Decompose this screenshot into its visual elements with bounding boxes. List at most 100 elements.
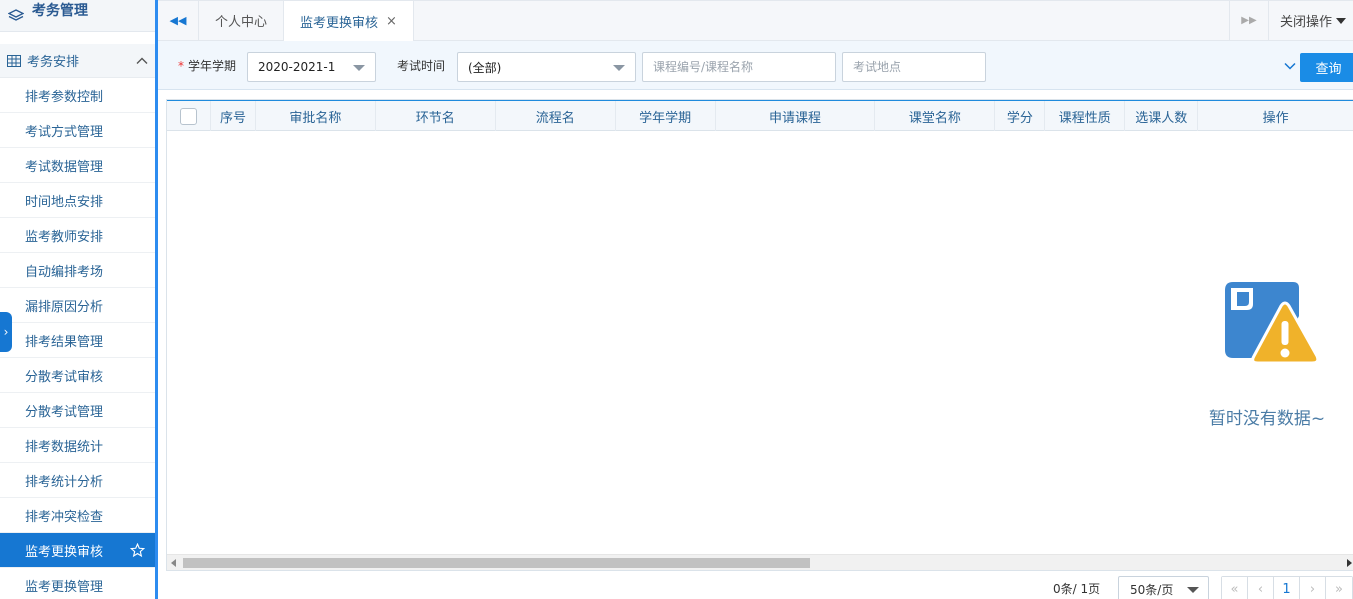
- tab-spacer: [414, 1, 1229, 40]
- scrollbar-thumb[interactable]: [183, 558, 810, 568]
- empty-state: 暂时没有数据~: [1202, 276, 1332, 429]
- sidebar-item[interactable]: 考试方式管理: [0, 113, 155, 148]
- caret-down-icon: [1336, 17, 1347, 24]
- sidebar-item[interactable]: 时间地点安排: [0, 183, 155, 218]
- dropdown-arrow-icon: [1187, 587, 1199, 593]
- exam-time-select-value: (全部): [468, 60, 502, 75]
- exam-time-label: 考试时间: [397, 59, 446, 73]
- data-table: 序号 审批名称 环节名 流程名 学年学期 申请课程 课堂名称 学分 课程性质 选…: [166, 99, 1353, 571]
- sidebar-item-label: 漏排原因分析: [25, 299, 104, 315]
- select-all-checkbox[interactable]: [179, 107, 197, 125]
- horizontal-scrollbar[interactable]: [167, 554, 1353, 570]
- chevron-up-icon[interactable]: [135, 54, 149, 68]
- page-navigation: « ‹ 1 › »: [1221, 576, 1353, 599]
- course-search-input[interactable]: [642, 52, 836, 82]
- sidebar-item-label: 排考统计分析: [25, 474, 104, 490]
- column-header-applied-course[interactable]: 申请课程: [716, 101, 876, 131]
- sidebar-item[interactable]: 监考教师安排: [0, 218, 155, 253]
- sidebar-group-exam-arrangement[interactable]: 考务安排: [0, 44, 155, 78]
- sidebar-toggle-chevron-right-icon[interactable]: ›: [0, 312, 12, 352]
- record-count: 0条/: [1053, 582, 1077, 596]
- column-header-actions[interactable]: 操作: [1198, 101, 1353, 131]
- last-page-icon[interactable]: »: [1326, 577, 1352, 599]
- tab-label: 监考更换审核: [300, 15, 379, 31]
- pagination: 0条/ 1页 50条/页 « ‹ 1 › »: [158, 575, 1353, 599]
- sidebar-item[interactable]: 漏排原因分析: [0, 288, 155, 323]
- sidebar-item-label: 排考结果管理: [25, 334, 104, 350]
- star-icon[interactable]: [130, 542, 145, 558]
- sidebar-item[interactable]: 排考结果管理: [0, 323, 155, 358]
- column-header-approval-name[interactable]: 审批名称: [256, 101, 376, 131]
- sidebar-item[interactable]: 分散考试审核: [0, 358, 155, 393]
- sidebar-item-label: 分散考试管理: [25, 404, 104, 420]
- sidebar-item[interactable]: 监考更换管理: [0, 568, 155, 599]
- dropdown-arrow-icon: [353, 65, 365, 71]
- chevron-down-icon[interactable]: [1283, 59, 1297, 73]
- scroll-right-arrow-icon[interactable]: [1347, 559, 1352, 567]
- no-data-warning-icon: [1225, 282, 1320, 365]
- first-page-icon[interactable]: «: [1222, 577, 1248, 599]
- sidebar-item[interactable]: 自动编排考场: [0, 253, 155, 288]
- term-label-text: 学年学期: [188, 59, 237, 73]
- close-operations-dropdown[interactable]: 关闭操作: [1268, 1, 1353, 40]
- sidebar-item-label: 排考参数控制: [25, 89, 104, 105]
- layers-icon: [8, 8, 24, 21]
- prev-page-icon[interactable]: ‹: [1248, 577, 1274, 599]
- next-page-icon[interactable]: ›: [1300, 577, 1326, 599]
- column-header-process-name[interactable]: 流程名: [496, 101, 616, 131]
- empty-message: 暂时没有数据~: [1208, 409, 1326, 429]
- sidebar-item[interactable]: 监考更换审核: [0, 533, 155, 568]
- sidebar: 考务管理 考务安排 排考参数控制 考试方式管理 考试数据管理 时间地点安排 监考教师安排…: [0, 0, 158, 599]
- table-icon: [7, 54, 21, 67]
- column-header-step-name[interactable]: 环节名: [376, 101, 496, 131]
- sidebar-title: 考务管理: [32, 2, 88, 19]
- sidebar-item-label: 自动编排考场: [25, 264, 104, 280]
- location-input[interactable]: [842, 52, 986, 82]
- sidebar-group-label: 考务安排: [27, 55, 80, 70]
- sidebar-item[interactable]: 排考参数控制: [0, 78, 155, 113]
- term-select-value: 2020-2021-1: [258, 60, 336, 74]
- sidebar-item-label: 考试数据管理: [25, 159, 104, 175]
- term-label: * 学年学期: [178, 57, 236, 74]
- sidebar-item-label: 时间地点安排: [25, 194, 104, 210]
- sidebar-item-label: 监考教师安排: [25, 229, 104, 245]
- current-page-button[interactable]: 1: [1274, 577, 1300, 599]
- sidebar-item-label: 排考冲突检查: [25, 509, 104, 525]
- column-header-course-nature[interactable]: 课程性质: [1045, 101, 1126, 131]
- sidebar-item[interactable]: 排考统计分析: [0, 463, 155, 498]
- column-header-class-name[interactable]: 课堂名称: [875, 101, 996, 131]
- tab-scroll-right-icon[interactable]: ▶▶: [1229, 1, 1268, 40]
- column-header-enrollment[interactable]: 选课人数: [1125, 101, 1199, 131]
- table-header: 序号 审批名称 环节名 流程名 学年学期 申请课程 课堂名称 学分 课程性质 选…: [167, 100, 1353, 131]
- sidebar-item-label: 考试方式管理: [25, 124, 104, 140]
- sidebar-menu: 排考参数控制 考试方式管理 考试数据管理 时间地点安排 监考教师安排 自动编排考场 漏排原因…: [0, 78, 155, 599]
- dropdown-arrow-icon: [613, 65, 625, 71]
- query-button[interactable]: 查询: [1300, 53, 1353, 82]
- close-operations-label: 关闭操作: [1280, 15, 1333, 30]
- sidebar-item[interactable]: 排考数据统计: [0, 428, 155, 463]
- sidebar-item[interactable]: 分散考试管理: [0, 393, 155, 428]
- page-size-value: 50条/页: [1130, 582, 1174, 597]
- page-count: 1页: [1080, 582, 1101, 596]
- required-mark: *: [178, 59, 184, 73]
- tab-invigilator-change-review[interactable]: 监考更换审核 ×: [284, 1, 414, 41]
- sidebar-item-label: 监考更换管理: [25, 579, 104, 595]
- scroll-left-arrow-icon[interactable]: [171, 559, 176, 567]
- tab-bar: ◀◀ 个人中心 监考更换审核 × ▶▶ 关闭操作: [158, 0, 1353, 41]
- sidebar-item[interactable]: 排考冲突检查: [0, 498, 155, 533]
- page-size-select[interactable]: 50条/页: [1118, 576, 1209, 599]
- pagination-summary: 0条/ 1页: [1053, 580, 1100, 597]
- sidebar-header[interactable]: 考务管理: [0, 0, 155, 32]
- close-icon[interactable]: ×: [386, 14, 397, 29]
- sidebar-item[interactable]: 考试数据管理: [0, 148, 155, 183]
- term-select[interactable]: 2020-2021-1: [247, 52, 376, 82]
- column-header-index[interactable]: 序号: [211, 101, 256, 131]
- sidebar-item-label: 分散考试审核: [25, 369, 104, 385]
- tab-label: 个人中心: [215, 15, 268, 30]
- tab-scroll-left-icon[interactable]: ◀◀: [158, 1, 199, 40]
- tab-personal-center[interactable]: 个人中心: [199, 1, 285, 40]
- exam-time-select[interactable]: (全部): [457, 52, 636, 82]
- column-header-term[interactable]: 学年学期: [616, 101, 716, 131]
- column-header-credits[interactable]: 学分: [995, 101, 1046, 131]
- sidebar-item-label: 排考数据统计: [25, 439, 104, 455]
